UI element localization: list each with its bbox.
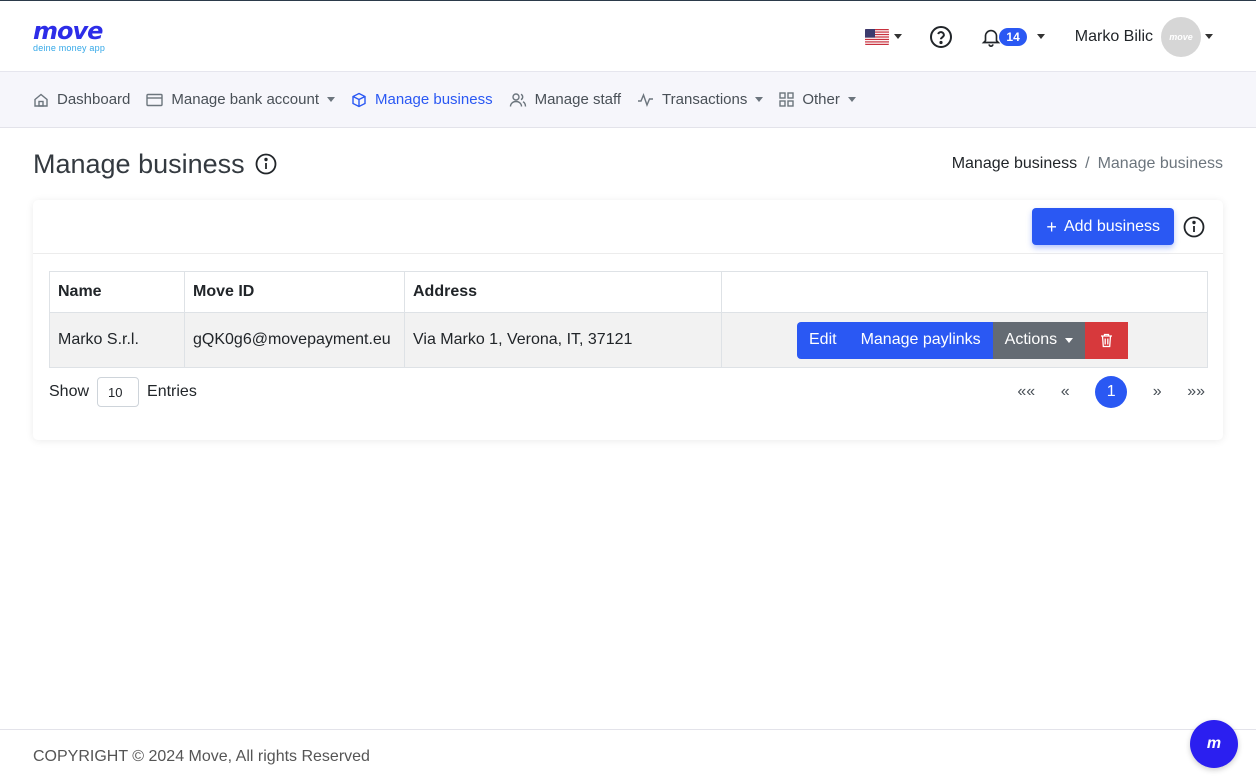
add-business-label: Add business bbox=[1063, 217, 1160, 235]
page-title: Manage business bbox=[33, 148, 245, 179]
page-header: Manage business Manage business / Manage… bbox=[0, 128, 1256, 200]
plus-icon: + bbox=[1046, 216, 1057, 237]
next-page-button[interactable]: » bbox=[1149, 383, 1165, 401]
box-icon bbox=[351, 92, 367, 108]
user-menu[interactable]: Marko Bilic move bbox=[1074, 16, 1213, 57]
cell-move-id: gQK0g6@movepayment.eu bbox=[184, 312, 405, 368]
actions-dropdown[interactable]: Actions bbox=[992, 321, 1086, 359]
pagination: «« « 1 » »» bbox=[995, 376, 1207, 408]
users-icon bbox=[509, 92, 527, 108]
help-icon[interactable] bbox=[929, 25, 953, 49]
breadcrumb-link[interactable]: Manage business bbox=[952, 155, 1077, 173]
chevron-down-icon bbox=[894, 34, 903, 39]
info-icon[interactable] bbox=[255, 153, 277, 175]
show-label: Show bbox=[49, 383, 90, 400]
page-title-group: Manage business bbox=[33, 149, 277, 180]
nav-label: Dashboard bbox=[57, 91, 131, 108]
breadcrumb: Manage business / Manage business bbox=[952, 155, 1223, 173]
first-page-button[interactable]: «« bbox=[1017, 383, 1035, 401]
main-nav: Dashboard Manage bank account Manage bus… bbox=[0, 72, 1256, 128]
nav-label: Transactions bbox=[662, 91, 748, 108]
prev-page-button[interactable]: « bbox=[1057, 383, 1073, 401]
page-size-input[interactable]: 10 bbox=[97, 377, 140, 407]
move-logo-icon: m bbox=[1206, 735, 1222, 752]
column-header-move-id[interactable]: Move ID bbox=[184, 271, 405, 313]
nav-label: Manage staff bbox=[534, 91, 622, 108]
notifications-menu[interactable]: 14 bbox=[980, 25, 1045, 49]
user-name: Marko Bilic bbox=[1074, 27, 1153, 45]
card-header: + Add business bbox=[33, 200, 1223, 254]
column-header-name[interactable]: Name bbox=[49, 271, 185, 313]
actions-label: Actions bbox=[1004, 331, 1058, 348]
last-page-button[interactable]: »» bbox=[1187, 383, 1205, 401]
nav-item-manage-staff[interactable]: Manage staff bbox=[509, 91, 621, 108]
brand-name: move bbox=[33, 17, 103, 45]
copyright-text: COPYRIGHT © 2024 Move, All rights Reserv… bbox=[33, 748, 370, 765]
nav-item-dashboard[interactable]: Dashboard bbox=[33, 91, 130, 108]
credit-card-icon bbox=[146, 93, 164, 107]
chevron-down-icon bbox=[327, 97, 335, 102]
notification-count-badge: 14 bbox=[999, 27, 1027, 46]
breadcrumb-separator: / bbox=[1085, 155, 1090, 172]
chat-launcher-button[interactable]: m bbox=[1190, 720, 1238, 768]
nav-item-transactions[interactable]: Transactions bbox=[637, 91, 764, 108]
entries-label: Entries bbox=[147, 383, 197, 400]
table-footer: Show 10 Entries «« « 1 » »» bbox=[49, 376, 1207, 408]
top-right-controls: 14 Marko Bilic move bbox=[865, 1, 1213, 72]
edit-button[interactable]: Edit bbox=[797, 321, 849, 359]
page-footer: COPYRIGHT © 2024 Move, All rights Reserv… bbox=[0, 729, 1256, 783]
table-header-row: Name Move ID Address bbox=[49, 271, 1208, 313]
trash-icon bbox=[1100, 333, 1113, 348]
business-table: Name Move ID Address Marko S.r.l. gQK0g6… bbox=[49, 271, 1208, 368]
nav-label: Other bbox=[802, 91, 840, 108]
home-icon bbox=[33, 92, 49, 108]
cell-address: Via Marko 1, Verona, IT, 37121 bbox=[404, 312, 722, 368]
nav-item-manage-bank-account[interactable]: Manage bank account bbox=[146, 91, 335, 108]
chevron-down-icon bbox=[1036, 34, 1045, 39]
nav-label: Manage bank account bbox=[171, 91, 319, 108]
delete-button[interactable] bbox=[1085, 321, 1129, 359]
column-header-address[interactable]: Address bbox=[404, 271, 722, 313]
us-flag-icon bbox=[865, 28, 890, 45]
language-selector[interactable] bbox=[865, 28, 903, 45]
top-bar: move deine money app 14 Marko Bilic move bbox=[0, 1, 1256, 72]
activity-icon bbox=[637, 92, 654, 107]
cell-name: Marko S.r.l. bbox=[49, 312, 185, 368]
current-page-button[interactable]: 1 bbox=[1095, 376, 1128, 408]
cell-actions: Edit Manage paylinks Actions bbox=[721, 312, 1208, 368]
business-card: + Add business Name Move ID Address Mark… bbox=[33, 200, 1223, 440]
grid-icon bbox=[779, 92, 795, 107]
table-row: Marko S.r.l. gQK0g6@movepayment.eu Via M… bbox=[49, 312, 1208, 368]
breadcrumb-current: Manage business bbox=[1097, 155, 1223, 172]
avatar: move bbox=[1161, 16, 1201, 57]
brand-tagline: deine money app bbox=[33, 43, 106, 53]
chevron-down-icon bbox=[847, 97, 856, 102]
brand-logo[interactable]: move deine money app bbox=[33, 19, 105, 53]
nav-item-manage-business[interactable]: Manage business bbox=[351, 91, 493, 108]
chevron-down-icon bbox=[1065, 337, 1074, 343]
nav-label: Manage business bbox=[375, 91, 493, 108]
add-business-button[interactable]: + Add business bbox=[1032, 208, 1174, 245]
manage-paylinks-button[interactable]: Manage paylinks bbox=[848, 321, 993, 359]
nav-item-other[interactable]: Other bbox=[779, 91, 856, 108]
chevron-down-icon bbox=[755, 97, 764, 102]
column-header-actions bbox=[721, 271, 1208, 313]
chevron-down-icon bbox=[1205, 34, 1213, 39]
info-icon[interactable] bbox=[1183, 216, 1205, 238]
row-action-group: Edit Manage paylinks Actions bbox=[797, 321, 1133, 359]
page-size-control: Show 10 Entries bbox=[49, 377, 197, 407]
